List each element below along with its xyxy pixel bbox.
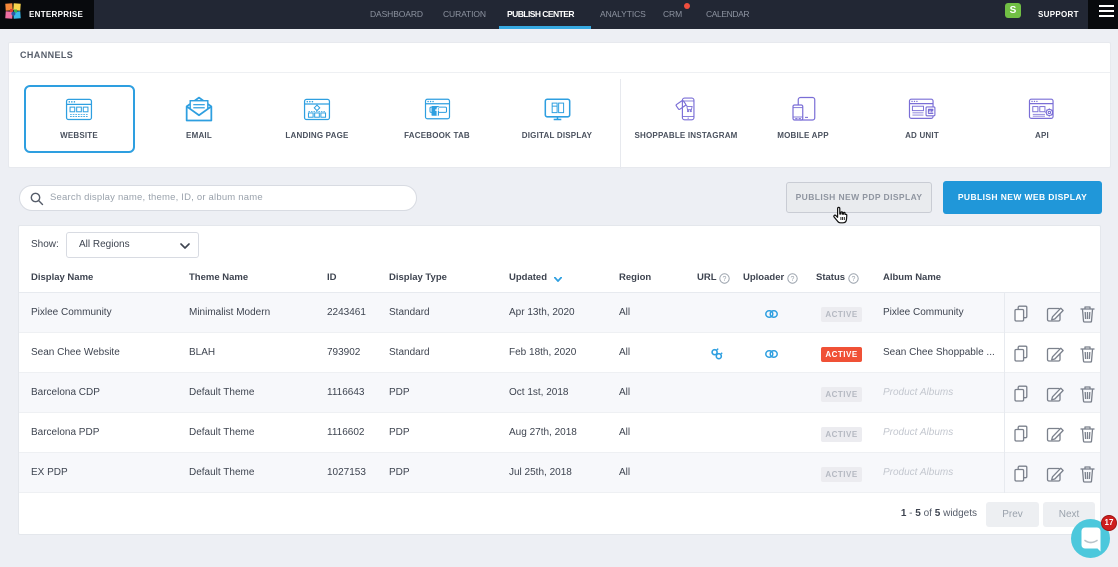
- svg-text:?: ?: [723, 276, 727, 283]
- svg-text:?: ?: [791, 276, 795, 283]
- svg-text:Ad: Ad: [929, 109, 935, 114]
- svg-text:?: ?: [852, 276, 856, 283]
